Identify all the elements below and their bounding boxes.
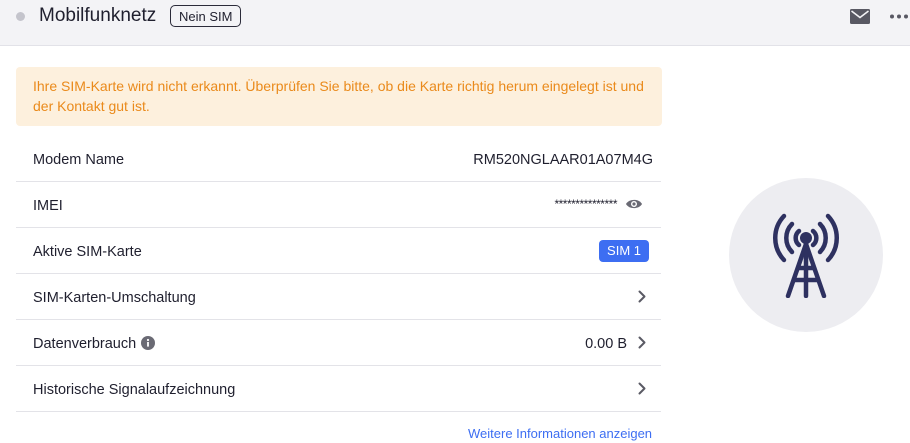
row-active-sim: Aktive SIM-Karte SIM 1	[16, 228, 661, 274]
modem-name-label: Modem Name	[33, 152, 125, 168]
data-usage-label: Datenverbrauch	[33, 335, 156, 353]
more-info-link[interactable]: Weitere Informationen anzeigen	[468, 426, 652, 442]
sim-status-badge: Nein SIM	[170, 5, 242, 27]
page-title: Mobilfunknetz	[39, 5, 157, 26]
eye-icon[interactable]	[625, 198, 643, 210]
active-sim-badge: SIM 1	[599, 240, 649, 262]
modem-info-list: Modem Name RM520NGLAAR01A07M4G IMEI ****…	[16, 136, 661, 412]
imei-value: ***************	[554, 197, 617, 211]
cell-tower-icon	[773, 213, 839, 298]
imei-label: IMEI	[33, 198, 63, 214]
status-dot-icon	[16, 12, 25, 21]
chevron-right-icon	[638, 336, 646, 349]
row-modem-name: Modem Name RM520NGLAAR01A07M4G	[16, 136, 661, 182]
modem-name-value: RM520NGLAAR01A07M4G	[473, 152, 653, 168]
signal-history-label: Historische Signalaufzeichnung	[33, 382, 236, 398]
row-imei: IMEI ***************	[16, 182, 661, 228]
chevron-right-icon	[638, 382, 646, 395]
page: Mobilfunknetz Nein SIM Ihre SIM-Karte wi…	[0, 0, 910, 443]
mail-icon[interactable]	[850, 9, 870, 24]
row-signal-history[interactable]: Historische Signalaufzeichnung	[16, 366, 661, 412]
active-sim-label: Aktive SIM-Karte	[33, 244, 142, 260]
more-options-icon[interactable]	[889, 9, 909, 24]
sim-warning-banner: Ihre SIM-Karte wird nicht erkannt. Überp…	[16, 67, 662, 126]
data-usage-value: 0.00 B	[585, 336, 627, 352]
info-icon[interactable]	[141, 336, 156, 350]
sim-switch-label: SIM-Karten-Umschaltung	[33, 290, 196, 306]
row-data-usage[interactable]: Datenverbrauch 0.00 B	[16, 320, 661, 366]
row-sim-switch[interactable]: SIM-Karten-Umschaltung	[16, 274, 661, 320]
chevron-right-icon	[638, 290, 646, 303]
data-usage-label-text: Datenverbrauch	[33, 336, 137, 352]
header-bar: Mobilfunknetz Nein SIM	[0, 0, 910, 46]
